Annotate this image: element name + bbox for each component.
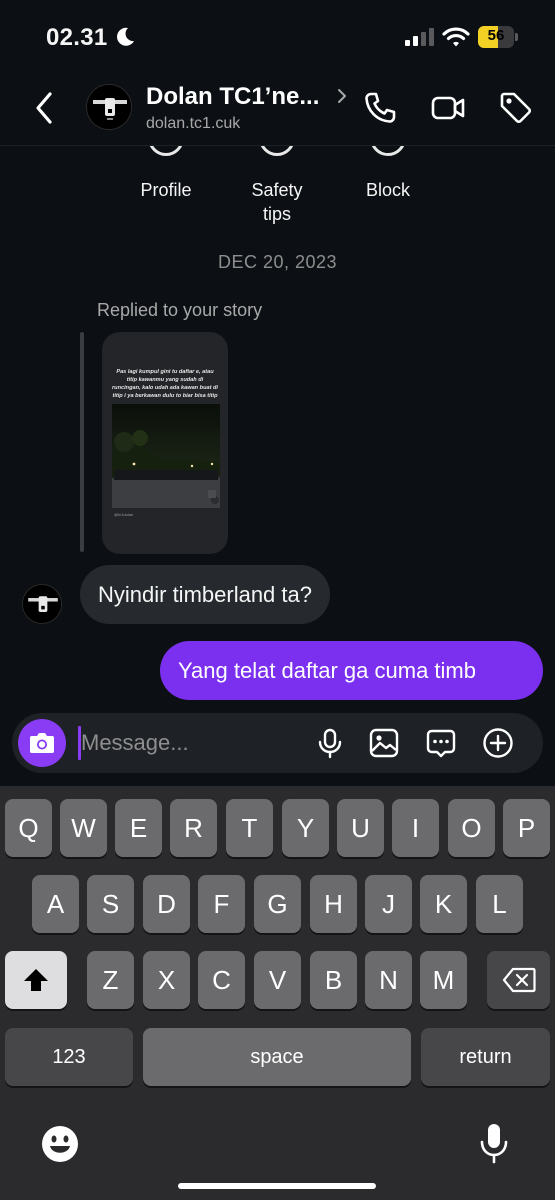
key-t[interactable]: T [226,799,273,857]
backspace-icon [502,967,536,993]
key-c[interactable]: C [198,951,245,1009]
key-o[interactable]: O [448,799,495,857]
key-m[interactable]: M [420,951,467,1009]
keyboard: Q W E R T Y U I O P A S D F G H J K L Z … [0,786,555,1200]
key-j[interactable]: J [365,875,412,933]
chat-username: dolan.tc1.cuk [146,115,241,132]
cellular-signal-icon [405,28,434,46]
avatar-logo-icon [87,85,131,129]
key-p[interactable]: P [503,799,550,857]
shift-icon [24,969,48,991]
incoming-message[interactable]: Nyindir timberland ta? [80,565,330,624]
sticker-icon[interactable] [425,727,457,759]
reply-indicator-bar [80,332,84,552]
key-z[interactable]: Z [87,951,134,1009]
message-composer [12,713,543,773]
back-button[interactable] [28,88,60,128]
block-action-label: Block [365,180,410,200]
dictation-microphone-icon[interactable] [478,1122,510,1166]
chevron-right-icon[interactable] [336,88,348,104]
microphone-icon[interactable] [314,727,346,759]
key-q[interactable]: Q [5,799,52,857]
key-l[interactable]: L [476,875,523,933]
wifi-icon [442,27,470,47]
sender-avatar[interactable] [22,584,62,624]
key-i[interactable]: I [392,799,439,857]
key-h[interactable]: H [310,875,357,933]
delete-key[interactable] [487,951,550,1009]
key-f[interactable]: F [198,875,245,933]
moon-icon [117,27,134,46]
key-e[interactable]: E [115,799,162,857]
story-scene-image [112,430,220,508]
key-x[interactable]: X [143,951,190,1009]
status-time: 02.31 [46,24,108,51]
avatar-logo-icon [23,585,61,623]
numbers-key[interactable]: 123 [5,1028,133,1086]
key-d[interactable]: D [143,875,190,933]
story-thumbnail[interactable]: Pas lagi kumpul gini tu daftar e, atau t… [102,332,228,554]
tag-icon[interactable] [498,90,534,126]
date-separator: DEC 20, 2023 [217,252,338,272]
story-caption: Pas lagi kumpul gini tu daftar e, atau t… [112,369,218,399]
safety-tips-label: Safety tips [251,180,303,224]
story-photo [112,404,220,508]
emoji-icon[interactable] [40,1124,80,1164]
key-n[interactable]: N [365,951,412,1009]
space-key[interactable]: space [143,1028,411,1086]
key-k[interactable]: K [420,875,467,933]
add-icon[interactable] [482,727,514,759]
key-v[interactable]: V [254,951,301,1009]
key-a[interactable]: A [32,875,79,933]
camera-icon [30,733,54,753]
return-key[interactable]: return [421,1028,550,1086]
battery-level: 56 [487,27,505,44]
status-bar: 02.31 56 [0,0,555,74]
key-y[interactable]: Y [282,799,329,857]
key-g[interactable]: G [254,875,301,933]
chat-header: Dolan TC1’ne... dolan.tc1.cuk [0,74,555,146]
phone-icon[interactable] [362,90,398,126]
gallery-icon[interactable] [368,727,400,759]
battery-icon: 56 [478,26,518,48]
replied-to-story-label: Replied to your story [97,300,263,320]
avatar[interactable] [86,84,132,130]
key-r[interactable]: R [170,799,217,857]
chat-title[interactable]: Dolan TC1’ne... [146,83,319,111]
outgoing-message[interactable]: Yang telat daftar ga cuma timb [160,641,543,700]
key-b[interactable]: B [310,951,357,1009]
video-call-icon[interactable] [430,90,466,126]
key-s[interactable]: S [87,875,134,933]
camera-button[interactable] [18,719,66,767]
shift-key[interactable] [5,951,67,1009]
profile-action-label: Profile [140,180,192,200]
home-indicator [178,1183,376,1189]
story-watermark: @tc1dolan [114,512,134,517]
key-w[interactable]: W [60,799,107,857]
message-input[interactable] [81,721,301,765]
key-u[interactable]: U [337,799,384,857]
